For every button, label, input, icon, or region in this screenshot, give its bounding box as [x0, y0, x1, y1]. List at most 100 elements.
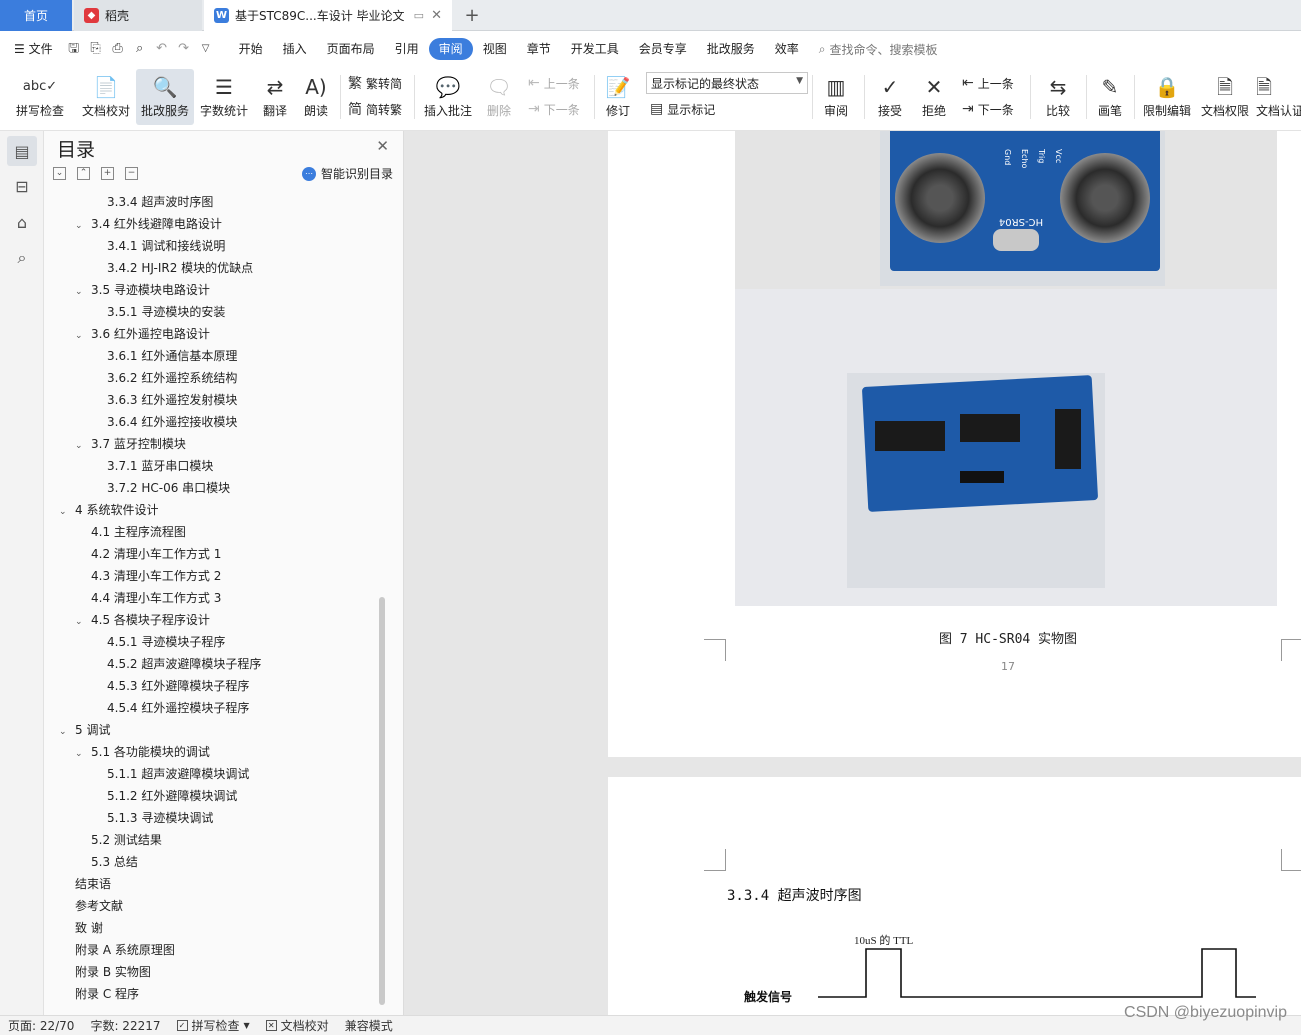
toc-item[interactable]: 4.5.3 红外避障模块子程序: [107, 675, 249, 697]
menu-tab-0[interactable]: 开始: [229, 38, 273, 60]
spell-check-button[interactable]: abc✓ 拼写检查: [8, 69, 72, 125]
menu-tab-7[interactable]: 开发工具: [561, 38, 629, 60]
toc-item[interactable]: 3.6.1 红外通信基本原理: [107, 345, 237, 367]
review-button[interactable]: ▥ 审阅: [816, 69, 856, 125]
chapter-nav-icon[interactable]: ⊟: [7, 171, 37, 201]
chevron-down-icon[interactable]: ⌄: [75, 611, 87, 633]
restrict-edit-button[interactable]: 🔒 限制编辑: [1140, 69, 1194, 125]
menu-tab-4[interactable]: 审阅: [428, 38, 473, 60]
smart-toc-button[interactable]: ⋯ 智能识别目录: [301, 165, 393, 182]
accept-button[interactable]: ✓ 接受: [870, 69, 910, 125]
prev-comment-button[interactable]: ⇤ 上一条: [528, 73, 580, 93]
toc-item[interactable]: 3.5.1 寻迹模块的安装: [107, 301, 225, 323]
toc-item[interactable]: 3.7.2 HC-06 串口模块: [107, 477, 230, 499]
chevron-down-icon[interactable]: ⌄: [59, 501, 71, 523]
tab-home[interactable]: 首页: [0, 0, 72, 31]
menu-tab-10[interactable]: 效率: [765, 38, 809, 60]
toc-item[interactable]: ⌄ 4.5 各模块子程序设计: [75, 609, 210, 631]
expand-all-icon[interactable]: ⌄: [53, 167, 66, 180]
next-comment-button[interactable]: ⇥ 下一条: [528, 99, 580, 119]
toc-item[interactable]: 致 谢: [75, 917, 103, 939]
toc-item[interactable]: 4.3 清理小车工作方式 2: [91, 565, 221, 587]
prev-change-button[interactable]: ⇤ 上一条: [962, 73, 1014, 93]
word-count[interactable]: 字数: 22217: [82, 1017, 168, 1034]
toc-item[interactable]: 3.4.2 HJ-IR2 模块的优缺点: [107, 257, 253, 279]
toc-item[interactable]: 5.3 总结: [91, 851, 138, 873]
status-spell-check[interactable]: ✓ 拼写检查 ▼: [169, 1017, 258, 1034]
track-changes-button[interactable]: 📝 修订: [598, 69, 638, 125]
toc-item[interactable]: ⌄ 3.6 红外遥控电路设计: [75, 323, 210, 345]
revise-service-button[interactable]: 🔍 批改服务: [136, 69, 194, 125]
toc-item[interactable]: ⌄ 3.4 红外线避障电路设计: [75, 213, 222, 235]
doc-proof-button[interactable]: 📄 文档校对: [78, 69, 134, 125]
simp-to-trad-button[interactable]: 简简转繁: [348, 99, 402, 119]
collapse-all-icon[interactable]: ⌃: [77, 167, 90, 180]
toc-item[interactable]: 附录 C 程序: [75, 983, 139, 1005]
chevron-down-icon[interactable]: ⌄: [75, 325, 87, 347]
menu-tab-1[interactable]: 插入: [273, 38, 317, 60]
toc-item[interactable]: 4.5.2 超声波避障模块子程序: [107, 653, 261, 675]
status-doc-proof[interactable]: ✕ 文档校对: [258, 1017, 337, 1034]
close-tab-icon[interactable]: ✕: [431, 8, 442, 23]
compare-button[interactable]: ⇆ 比较: [1036, 69, 1080, 125]
file-menu[interactable]: ☰ 文件: [0, 38, 63, 60]
menu-tab-3[interactable]: 引用: [385, 38, 429, 60]
toc-item[interactable]: 附录 A 系统原理图: [75, 939, 175, 961]
toc-item[interactable]: 3.6.4 红外遥控接收模块: [107, 411, 237, 433]
toc-item[interactable]: ⌄ 5 调试: [59, 719, 110, 741]
remove-heading-icon[interactable]: −: [125, 167, 138, 180]
bookmark-icon[interactable]: ⌂: [7, 207, 37, 237]
more-icon[interactable]: ▽: [197, 40, 215, 58]
insert-comment-button[interactable]: 💬 插入批注: [420, 69, 476, 125]
toc-item[interactable]: 5.1.3 寻迹模块调试: [107, 807, 213, 829]
toc-item[interactable]: 4.5.4 红外遥控模块子程序: [107, 697, 249, 719]
tab-document[interactable]: W 基于STC89C...车设计 毕业论文 ▭ ✕: [204, 0, 452, 31]
undo-icon[interactable]: ↶: [153, 40, 171, 58]
toc-item[interactable]: ⌄ 4 系统软件设计: [59, 499, 158, 521]
redo-icon[interactable]: ↷: [175, 40, 193, 58]
monitor-icon[interactable]: ▭: [414, 9, 424, 22]
toc-item[interactable]: 4.4 清理小车工作方式 3: [91, 587, 221, 609]
print-preview-icon[interactable]: ⌕: [131, 40, 149, 58]
toc-item[interactable]: 3.7.1 蓝牙串口模块: [107, 455, 213, 477]
show-markup-button[interactable]: ▤ 显示标记: [650, 99, 715, 119]
page-indicator[interactable]: 页面: 22/70: [0, 1017, 82, 1034]
markup-state-select[interactable]: 显示标记的最终状态 ▼: [646, 72, 808, 94]
new-tab-button[interactable]: +: [460, 0, 484, 31]
toc-item[interactable]: 5.1.2 红外避障模块调试: [107, 785, 237, 807]
doc-permission-button[interactable]: 🗎 文档权限: [1198, 69, 1252, 125]
toc-item[interactable]: 3.4.1 调试和接线说明: [107, 235, 225, 257]
toc-scrollbar[interactable]: [379, 597, 385, 1005]
export-icon[interactable]: ⎘: [87, 40, 105, 58]
toc-item[interactable]: 4.2 清理小车工作方式 1: [91, 543, 221, 565]
print-icon[interactable]: ⎙: [109, 40, 127, 58]
toc-item[interactable]: 参考文献: [75, 895, 123, 917]
read-aloud-button[interactable]: A) 朗读: [298, 69, 334, 125]
reject-button[interactable]: ✕ 拒绝: [914, 69, 954, 125]
toc-item[interactable]: 3.3.4 超声波时序图: [107, 191, 213, 213]
toc-item[interactable]: 4.1 主程序流程图: [91, 521, 186, 543]
save-icon[interactable]: 🖫: [65, 40, 83, 58]
chevron-down-icon[interactable]: ⌄: [75, 435, 87, 457]
toc-item[interactable]: 3.6.2 红外遥控系统结构: [107, 367, 237, 389]
doc-cert-button[interactable]: 🗎 文档认证: [1256, 69, 1301, 125]
close-icon[interactable]: ✕: [376, 137, 389, 155]
toc-item[interactable]: 5.2 测试结果: [91, 829, 162, 851]
chevron-down-icon[interactable]: ⌄: [75, 215, 87, 237]
chevron-down-icon[interactable]: ⌄: [59, 721, 71, 743]
delete-comment-button[interactable]: 🗨 删除: [480, 69, 518, 125]
toc-item[interactable]: 4.5.1 寻迹模块子程序: [107, 631, 225, 653]
tab-daoke[interactable]: ◆ 稻壳: [74, 0, 202, 31]
toc-panel-icon[interactable]: ▤: [7, 136, 37, 166]
chevron-down-icon[interactable]: ⌄: [75, 743, 87, 765]
search-command-input[interactable]: ⌕ 查找命令、搜索模板: [819, 41, 938, 58]
toc-item[interactable]: ⌄ 3.7 蓝牙控制模块: [75, 433, 186, 455]
add-heading-icon[interactable]: +: [101, 167, 114, 180]
menu-tab-9[interactable]: 批改服务: [697, 38, 765, 60]
toc-item[interactable]: 结束语: [75, 873, 111, 895]
toc-item[interactable]: ⌄ 5.1 各功能模块的调试: [75, 741, 210, 763]
toc-item[interactable]: ⌄ 3.5 寻迹模块电路设计: [75, 279, 210, 301]
word-count-button[interactable]: ☰ 字数统计: [198, 69, 250, 125]
translate-button[interactable]: ⇄ 翻译: [256, 69, 294, 125]
pen-button[interactable]: ✎ 画笔: [1092, 69, 1128, 125]
